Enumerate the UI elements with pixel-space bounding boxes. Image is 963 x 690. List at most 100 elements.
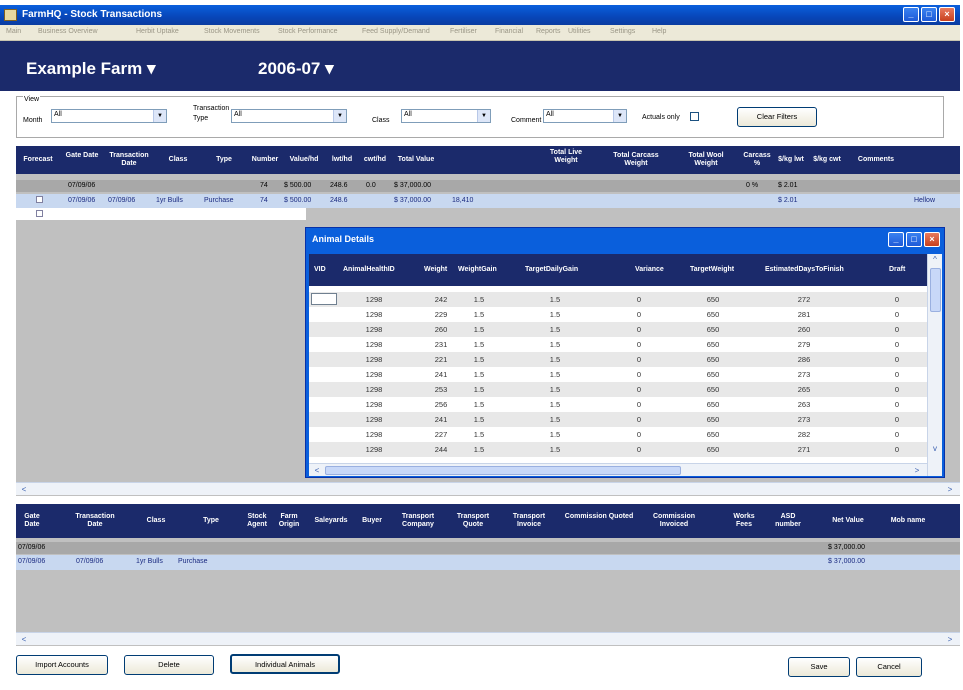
- cancel-button[interactable]: Cancel: [856, 657, 922, 677]
- dialog-hscrollbar[interactable]: < >: [309, 463, 927, 476]
- dialog-minimize-button[interactable]: _: [888, 232, 904, 247]
- col-value-hd: Value/hd: [289, 156, 319, 163]
- menu-main[interactable]: Main: [6, 28, 21, 35]
- animal-cell: 1.5: [549, 415, 561, 424]
- scroll-right-icon[interactable]: >: [944, 484, 956, 495]
- chevron-down-icon: ▼: [613, 110, 626, 122]
- menu-settings[interactable]: Settings: [610, 28, 635, 35]
- animal-details-grid: VID AnimalHealthID Weight WeightGain Tar…: [309, 254, 942, 476]
- col-vid: VID: [314, 266, 326, 273]
- filter-panel: View Month All ▼ Transaction Type All ▼ Cl…: [16, 96, 944, 138]
- animal-cell: 279: [797, 340, 811, 349]
- menu-financial[interactable]: Financial: [495, 28, 523, 35]
- scroll-right-icon[interactable]: >: [911, 465, 923, 476]
- animal-row[interactable]: 1298 221 1.5 1.5 0 650 286 0: [309, 352, 927, 367]
- menu-fertiliser[interactable]: Fertiliser: [450, 28, 477, 35]
- individual-animals-button[interactable]: Individual Animals: [230, 654, 340, 674]
- scroll-left-icon[interactable]: <: [311, 465, 323, 476]
- col-carcass-pct: Carcass %: [743, 152, 771, 167]
- chevron-down-icon: ▼: [333, 110, 346, 122]
- col-transaction-date: Transaction Date: [109, 152, 149, 167]
- col-total-wool-weight: Total Wool Weight: [688, 152, 724, 167]
- animal-cell: 1298: [365, 295, 383, 304]
- col-weight-gain: WeightGain: [458, 266, 497, 273]
- animal-row[interactable]: 1298 260 1.5 1.5 0 650 260 0: [309, 322, 927, 337]
- animal-row[interactable]: 1298 241 1.5 1.5 0 650 273 0: [309, 412, 927, 427]
- animal-row[interactable]: 1298 256 1.5 1.5 0 650 263 0: [309, 397, 927, 412]
- animal-cell: 0: [636, 325, 642, 334]
- animal-cell: 272: [797, 295, 811, 304]
- animal-cell: 1298: [365, 310, 383, 319]
- col-draft: Draft: [889, 266, 906, 273]
- menu-utilities[interactable]: Utilities: [568, 28, 591, 35]
- scroll-down-icon[interactable]: v: [929, 444, 941, 455]
- animal-row[interactable]: 1298 253 1.5 1.5 0 650 265 0: [309, 382, 927, 397]
- month-select[interactable]: All ▼: [51, 109, 167, 123]
- table-row[interactable]: 07/09/06 74 $ 500.00 248.6 0.0 $ 37,000.…: [16, 180, 960, 192]
- animal-cell: 650: [706, 445, 720, 454]
- menu-reports[interactable]: Reports: [536, 28, 561, 35]
- transactions-hscrollbar[interactable]: < >: [16, 482, 960, 495]
- animal-cell: 265: [797, 385, 811, 394]
- animal-cell: 1.5: [549, 325, 561, 334]
- import-accounts-button[interactable]: Import Accounts: [16, 655, 108, 675]
- details-hscrollbar[interactable]: < >: [16, 632, 960, 645]
- maximize-button[interactable]: □: [921, 7, 937, 22]
- dialog-vscrollbar[interactable]: ^ v: [927, 254, 942, 476]
- close-button[interactable]: ×: [939, 7, 955, 22]
- animal-cell: 650: [706, 340, 720, 349]
- menu-business-overview[interactable]: Business Overview: [38, 28, 98, 35]
- scroll-left-icon[interactable]: <: [18, 484, 30, 495]
- delete-button[interactable]: Delete: [124, 655, 214, 675]
- scroll-up-icon[interactable]: ^: [929, 255, 941, 266]
- dialog-close-button[interactable]: ×: [924, 232, 940, 247]
- animal-row[interactable]: 1298 231 1.5 1.5 0 650 279 0: [309, 337, 927, 352]
- comment-select[interactable]: All ▼: [543, 109, 627, 123]
- dialog-maximize-button[interactable]: □: [906, 232, 922, 247]
- animal-row[interactable]: 1298 241 1.5 1.5 0 650 273 0: [309, 367, 927, 382]
- scroll-left-icon[interactable]: <: [18, 634, 30, 645]
- table-row[interactable]: 07/09/06 07/09/06 1yr Bulls Purchase 74 …: [16, 194, 960, 208]
- animal-row[interactable]: 1298 242 1.5 1.5 0 650 272 0: [309, 292, 927, 307]
- menu-stock-performance[interactable]: Stock Performance: [278, 28, 338, 35]
- menu-feed-supply-demand[interactable]: Feed Supply/Demand: [362, 28, 430, 35]
- animal-cell: 0: [636, 400, 642, 409]
- save-button[interactable]: Save: [788, 657, 850, 677]
- animal-cell: 1.5: [473, 295, 485, 304]
- vid-cell-selected[interactable]: [311, 293, 337, 305]
- season-selector[interactable]: 2006-07 ▾: [258, 59, 334, 79]
- dialog-vscroll-thumb[interactable]: [930, 268, 941, 312]
- menu-herbit-uptake[interactable]: Herbit Uptake: [136, 28, 179, 35]
- menu-help[interactable]: Help: [652, 28, 666, 35]
- animal-cell: 0: [894, 400, 900, 409]
- forecast-checkbox[interactable]: [36, 196, 43, 203]
- forecast-checkbox[interactable]: [36, 210, 43, 217]
- col-target-daily-gain: TargetDailyGain: [525, 266, 579, 273]
- table-row[interactable]: 07/09/06 07/09/06 1yr Bulls Purchase $ 3…: [16, 555, 960, 570]
- animal-row[interactable]: 1298 227 1.5 1.5 0 650 282 0: [309, 427, 927, 442]
- animal-cell: 0: [894, 430, 900, 439]
- actuals-only-checkbox[interactable]: [690, 112, 699, 121]
- animal-cell: 0: [894, 325, 900, 334]
- col-total-carcass-weight: Total Carcass Weight: [613, 152, 659, 167]
- transaction-type-select[interactable]: All ▼: [231, 109, 347, 123]
- details-grid-header: Gate Date Transaction Date Class Type St…: [16, 504, 960, 538]
- farm-selector[interactable]: Example Farm ▾: [26, 59, 156, 79]
- clear-filters-button[interactable]: Clear Filters: [737, 107, 817, 127]
- animal-grid-header: VID AnimalHealthID Weight WeightGain Tar…: [309, 254, 927, 286]
- dialog-hscroll-thumb[interactable]: [325, 466, 681, 475]
- animal-row[interactable]: 1298 244 1.5 1.5 0 650 271 0: [309, 442, 927, 457]
- col-target-weight: TargetWeight: [690, 266, 735, 273]
- class-select[interactable]: All ▼: [401, 109, 491, 123]
- animal-cell: 241: [434, 370, 448, 379]
- scroll-right-icon[interactable]: >: [944, 634, 956, 645]
- col-variance: Variance: [635, 266, 664, 273]
- col-number: Number: [251, 156, 279, 163]
- animal-cell: 1298: [365, 340, 383, 349]
- menu-stock-movements[interactable]: Stock Movements: [204, 28, 260, 35]
- table-row-new[interactable]: [16, 208, 306, 220]
- table-row[interactable]: 07/09/06 $ 37,000.00: [16, 542, 960, 554]
- animal-cell: 1.5: [549, 310, 561, 319]
- animal-row[interactable]: 1298 229 1.5 1.5 0 650 281 0: [309, 307, 927, 322]
- minimize-button[interactable]: _: [903, 7, 919, 22]
